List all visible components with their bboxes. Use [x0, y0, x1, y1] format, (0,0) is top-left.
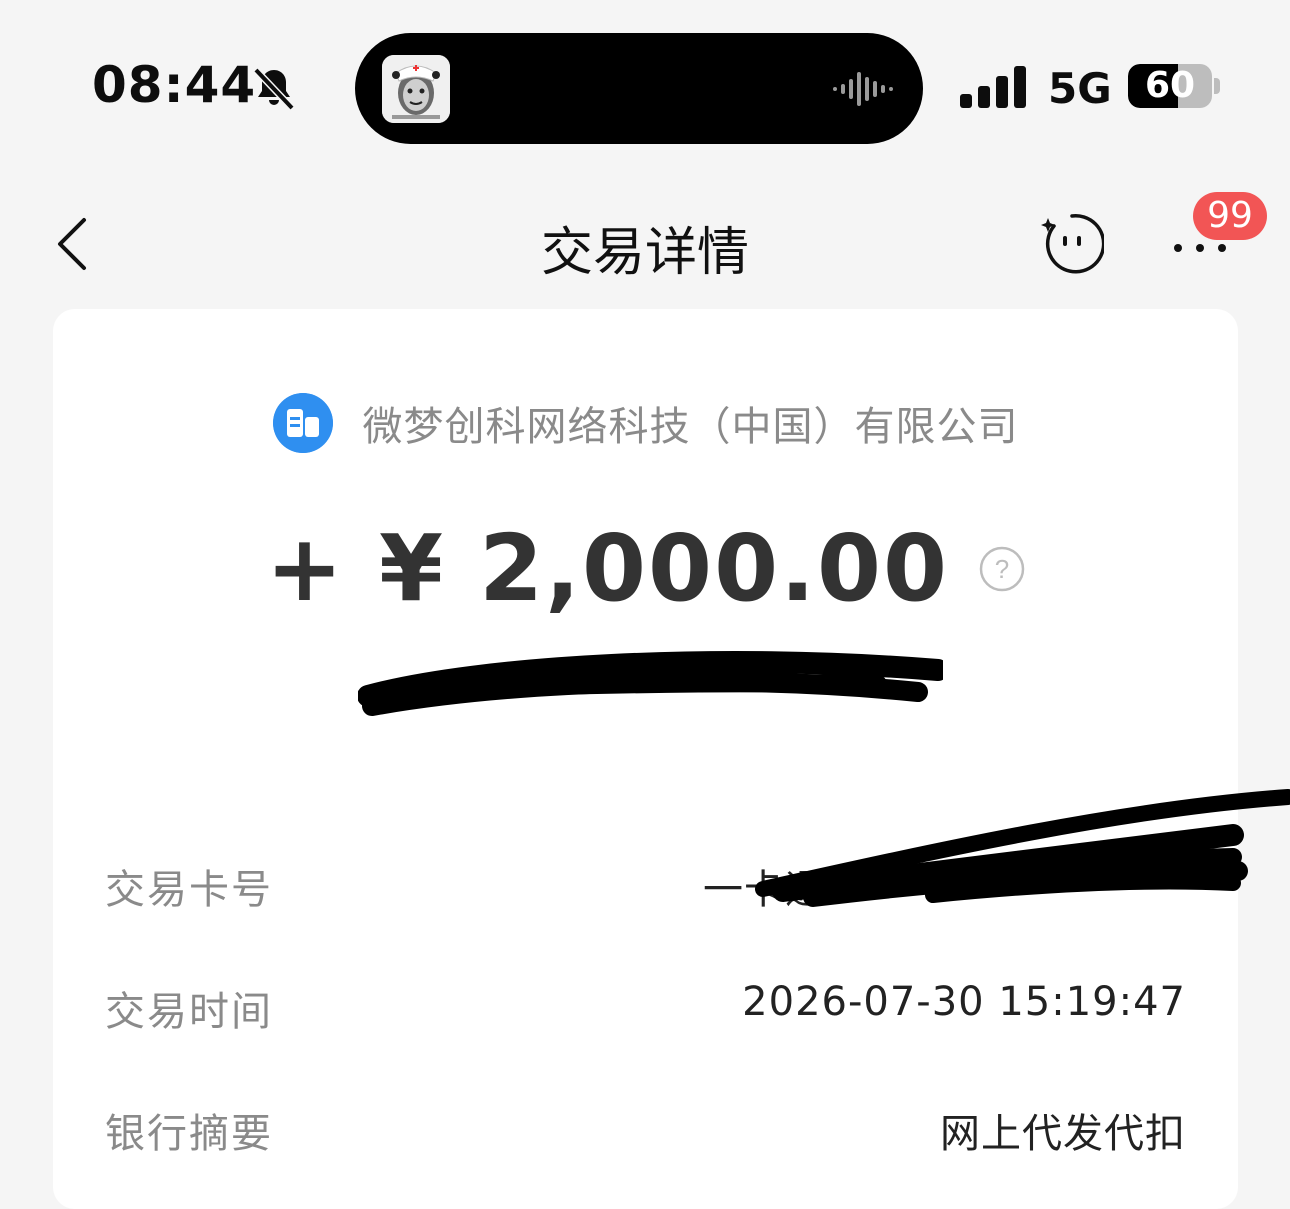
status-time: 08:44	[92, 56, 257, 114]
detail-label: 交易时间	[105, 989, 273, 1035]
detail-value: 网上代发代扣	[940, 1111, 1186, 1157]
battery-cap	[1214, 78, 1220, 94]
dynamic-island[interactable]	[355, 33, 923, 144]
network-type: 5G	[1048, 64, 1112, 113]
bell-muted-icon	[253, 67, 295, 111]
smiley-assistant-icon[interactable]	[1040, 212, 1104, 276]
meme-avatar-icon	[382, 55, 450, 123]
transaction-card: 微梦创科网络科技（中国）有限公司 + ¥ 2,000.00 ? 交易卡号 一卡通…	[53, 309, 1290, 1209]
battery-percent: 60	[1144, 65, 1196, 106]
detail-value: 2026-07-30 15:19:47	[742, 979, 1186, 1025]
transaction-amount: + ¥ 2,000.00	[265, 515, 950, 622]
redaction-scribble	[755, 789, 1290, 907]
detail-row-bank-summary: 银行摘要 网上代发代扣	[105, 1101, 1186, 1157]
redaction-scribble	[358, 651, 943, 716]
detail-label: 银行摘要	[105, 1111, 273, 1157]
detail-label: 交易卡号	[105, 867, 273, 913]
media-avatar[interactable]	[382, 55, 450, 123]
building-icon	[272, 393, 333, 453]
merchant-name: 微梦创科网络科技（中国）有限公司	[362, 404, 1019, 450]
amount-row: + ¥ 2,000.00 ?	[53, 515, 1238, 622]
question-circle-icon[interactable]: ?	[979, 546, 1025, 592]
detail-row-time: 交易时间 2026-07-30 15:19:47	[105, 979, 1186, 1035]
waveform-icon	[833, 72, 893, 106]
signal-icon	[960, 66, 1026, 108]
svg-text:?: ?	[995, 554, 1009, 584]
merchant-row: 微梦创科网络科技（中国）有限公司	[53, 393, 1238, 457]
battery-icon: 60	[1128, 64, 1212, 108]
notification-badge[interactable]: 99	[1193, 192, 1267, 240]
